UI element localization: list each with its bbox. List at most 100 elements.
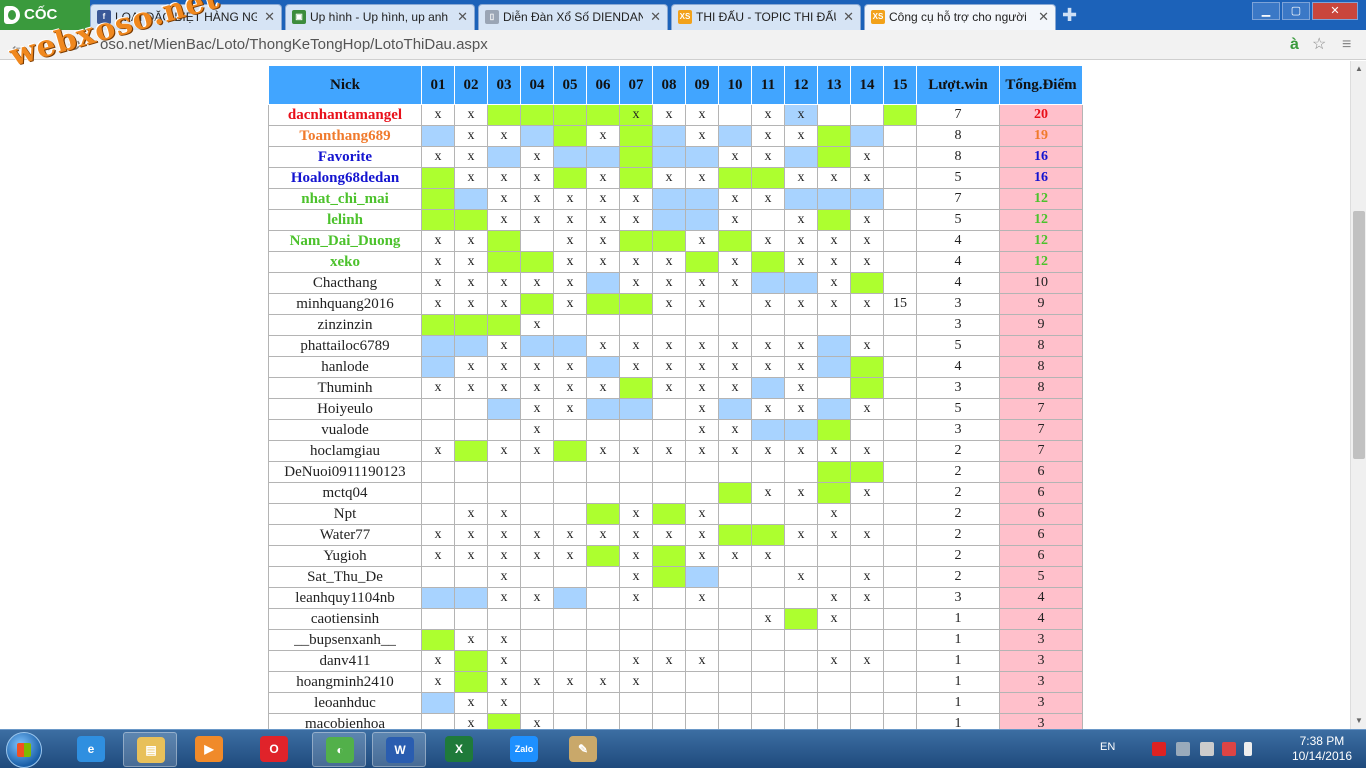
win-count-cell: 1	[916, 671, 1000, 693]
taskbar-app-button[interactable]: ◐	[312, 732, 366, 767]
number-cell	[751, 251, 785, 273]
number-cell	[817, 125, 851, 147]
number-cell: x	[751, 293, 785, 315]
close-tab-icon[interactable]: ✕	[457, 5, 468, 29]
close-tab-icon[interactable]: ✕	[843, 5, 854, 29]
total-score-cell: 7	[999, 398, 1083, 420]
number-cell	[520, 608, 554, 630]
win-count-cell: 4	[916, 272, 1000, 294]
nick-cell[interactable]: Npt	[268, 503, 422, 525]
nick-cell[interactable]: Nam_Dai_Duong	[268, 230, 422, 252]
number-cell: x	[520, 377, 554, 399]
number-cell	[883, 692, 917, 714]
scroll-down-icon[interactable]: ▼	[1351, 713, 1366, 729]
bookmark-star-icon[interactable]: ☆	[1312, 35, 1326, 55]
taskbar-app-button[interactable]: X	[432, 732, 486, 767]
taskbar-app-button[interactable]: O	[247, 732, 301, 767]
nick-cell[interactable]: hanlode	[268, 356, 422, 378]
nick-cell[interactable]: caotiensinh	[268, 608, 422, 630]
number-cell	[817, 461, 851, 483]
nick-cell[interactable]: vualode	[268, 419, 422, 441]
nick-cell[interactable]: hoangminh2410	[268, 671, 422, 693]
browser-tab[interactable]: XS THI ĐẤU - TOPIC THI ĐẤU ✕	[671, 4, 861, 30]
nick-cell[interactable]: Yugioh	[268, 545, 422, 567]
nick-cell[interactable]: mctq04	[268, 482, 422, 504]
clock[interactable]: 7:38 PM 10/14/2016	[1292, 734, 1352, 764]
nick-cell[interactable]: __bupsenxanh__	[268, 629, 422, 651]
start-button[interactable]	[6, 732, 42, 768]
nick-cell[interactable]: nhat_chi_mai	[268, 188, 422, 210]
table-row: vualode x x x 3 7	[268, 419, 1083, 441]
nick-cell[interactable]: leanhquy1104nb	[268, 587, 422, 609]
nick-cell[interactable]: leoanhduc	[268, 692, 422, 714]
nick-cell[interactable]: Water77	[268, 524, 422, 546]
number-cell	[817, 419, 851, 441]
nick-cell[interactable]: dacnhantamangel	[268, 104, 422, 126]
minimize-button[interactable]: ▁	[1252, 2, 1280, 20]
taskbar-app-button[interactable]: W	[372, 732, 426, 767]
number-cell: x	[487, 671, 521, 693]
nick-cell[interactable]: Chacthang	[268, 272, 422, 294]
nick-cell[interactable]: danv411	[268, 650, 422, 672]
nick-cell[interactable]: macobienhoa	[268, 713, 422, 729]
table-row: dacnhantamangel x x x x x x x 7 20	[268, 104, 1083, 126]
loto-standings-table: Nick 01 02 03 04 05 06 07 08 09 10 11 12 13 14 15 Lượt.w…	[268, 65, 1083, 729]
coccoc-translate-icon[interactable]: à	[1290, 35, 1299, 55]
scroll-thumb[interactable]	[1353, 211, 1365, 459]
menu-icon[interactable]: ≡	[1342, 35, 1351, 55]
maximize-button[interactable]: ▢	[1282, 2, 1310, 20]
number-cell	[619, 461, 653, 483]
close-tab-icon[interactable]: ✕	[650, 5, 661, 29]
nick-cell[interactable]: zinzinzin	[268, 314, 422, 336]
antivirus-icon[interactable]	[1152, 742, 1166, 756]
nick-cell[interactable]: xeko	[268, 251, 422, 273]
nick-cell[interactable]: minhquang2016	[268, 293, 422, 315]
nick-cell[interactable]: Toanthang689	[268, 125, 422, 147]
flag-icon[interactable]	[1176, 742, 1190, 756]
scroll-up-icon[interactable]: ▲	[1351, 61, 1366, 77]
volume-muted-icon[interactable]	[1222, 742, 1236, 756]
nick-cell[interactable]: lelinh	[268, 209, 422, 231]
browser-tab[interactable]: XS Công cụ hỗ trợ cho người ✕	[864, 4, 1056, 30]
taskbar-app-button[interactable]: Zalo	[497, 732, 551, 767]
nick-cell[interactable]: Hoalong68dedan	[268, 167, 422, 189]
number-cell	[619, 398, 653, 420]
nick-cell[interactable]: phattailoc6789	[268, 335, 422, 357]
number-cell	[652, 692, 686, 714]
browser-tab[interactable]: ▯ Diễn Đàn Xổ Số DIENDAN ✕	[478, 4, 668, 30]
table-row: caotiensinh x x 1 4	[268, 608, 1083, 630]
nick-cell[interactable]: Sat_Thu_De	[268, 566, 422, 588]
total-score-cell: 3	[999, 713, 1083, 729]
number-cell: x	[718, 272, 752, 294]
taskbar-app-button[interactable]: ✎	[556, 732, 610, 767]
number-cell: x	[652, 650, 686, 672]
nick-cell[interactable]: DeNuoi0911190123	[268, 461, 422, 483]
battery-icon[interactable]	[1244, 742, 1252, 756]
number-cell	[751, 314, 785, 336]
nick-cell[interactable]: hoclamgiau	[268, 440, 422, 462]
browser-tab[interactable]: ▣ Up hình - Up hình, up anh ✕	[285, 4, 475, 30]
taskbar-app-button[interactable]: e	[64, 732, 118, 767]
nick-cell[interactable]: Hoiyeulo	[268, 398, 422, 420]
taskbar-app-button[interactable]: ▤	[123, 732, 177, 767]
number-cell: x	[553, 251, 587, 273]
new-tab-button[interactable]: ✚	[1062, 6, 1078, 24]
nick-cell[interactable]: Favorite	[268, 146, 422, 168]
vertical-scrollbar[interactable]: ▲ ▼	[1350, 61, 1366, 729]
number-cell	[619, 293, 653, 315]
close-window-button[interactable]: ✕	[1312, 2, 1358, 20]
number-cell: x	[586, 440, 620, 462]
number-cell: x	[487, 566, 521, 588]
close-tab-icon[interactable]: ✕	[264, 5, 275, 29]
close-tab-icon[interactable]: ✕	[1038, 5, 1049, 29]
number-cell: x	[685, 650, 719, 672]
url-field[interactable]: oso.net/MienBac/Loto/ThongKeTongHop/Loto…	[100, 35, 488, 55]
total-score-cell: 9	[999, 293, 1083, 315]
language-indicator[interactable]: EN	[1100, 741, 1115, 753]
column-header: 13	[817, 65, 851, 105]
number-cell	[553, 650, 587, 672]
number-cell	[454, 461, 488, 483]
nick-cell[interactable]: Thuminh	[268, 377, 422, 399]
network-icon[interactable]	[1200, 742, 1214, 756]
taskbar-app-button[interactable]: ▶	[182, 732, 236, 767]
